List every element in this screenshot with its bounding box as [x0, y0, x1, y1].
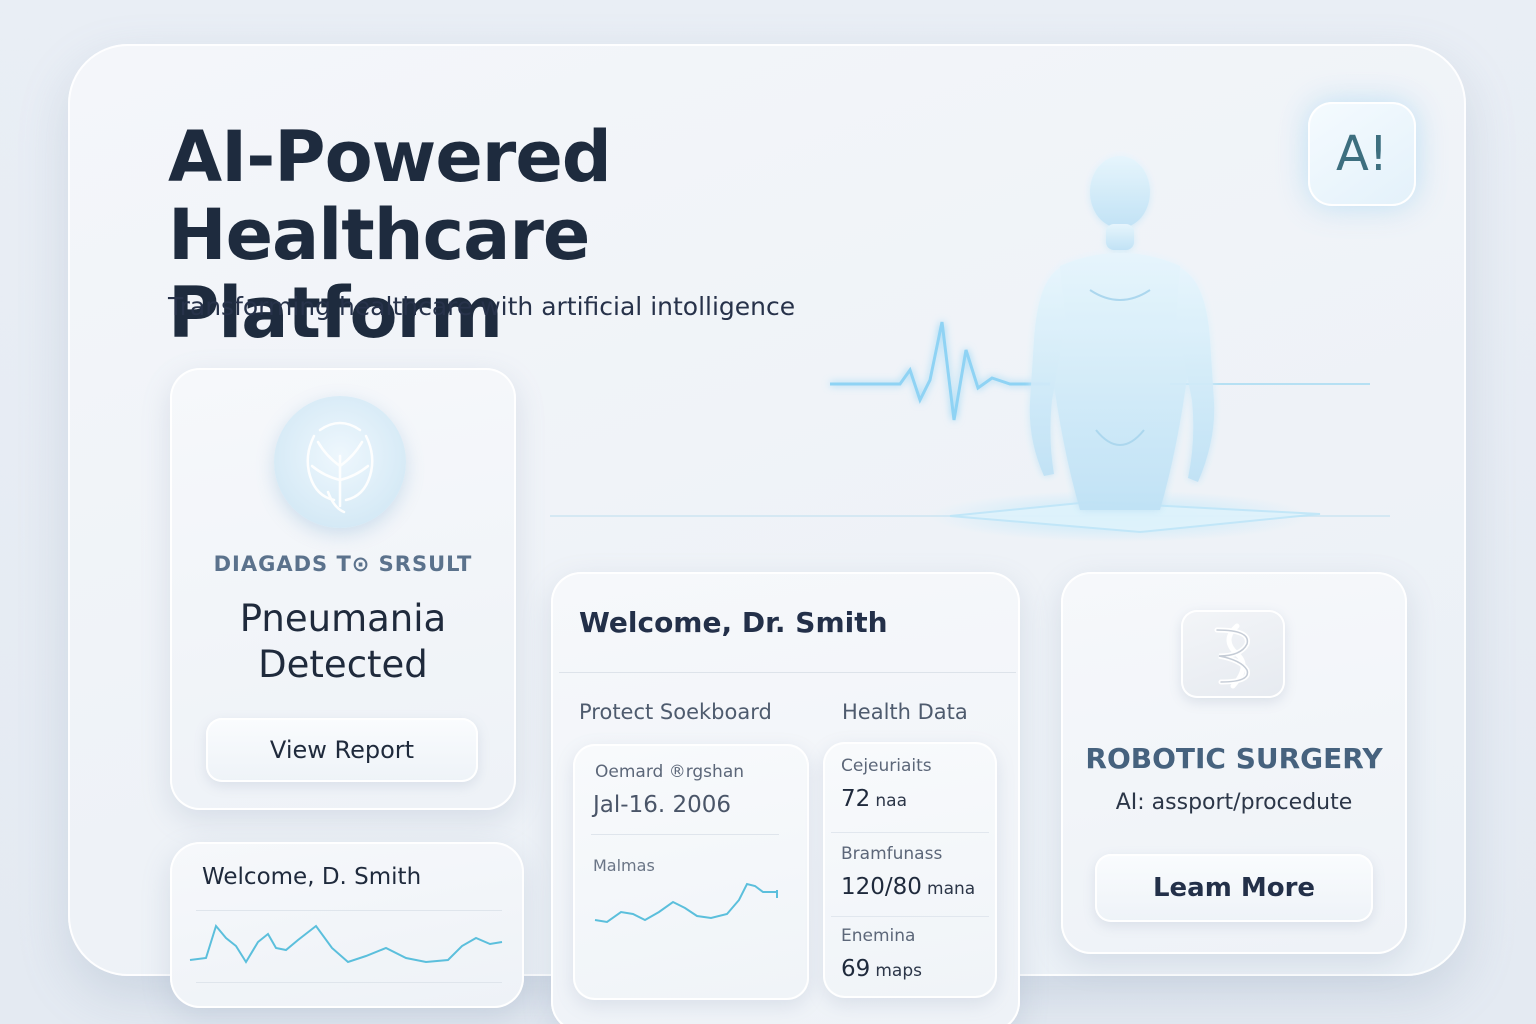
diagnosis-result: Pneumania Detected — [170, 596, 516, 688]
robotic-surgery-title: ROBOTIC SURGERY — [1085, 742, 1383, 775]
metric-label: Malmas — [593, 856, 655, 875]
activity-sparkline — [189, 923, 503, 964]
health-metric-unit: mana — [927, 879, 976, 899]
heartbeat-line — [830, 321, 1050, 421]
welcome-summary-title: Welcome, D. Smith — [202, 864, 422, 890]
divider — [591, 834, 779, 835]
health-data-card[interactable]: Cejeuriaits 72 naa Bramfunass 120/80 man… — [823, 742, 997, 998]
health-metric-label: Cejeuriaits — [841, 756, 932, 776]
metric-sparkline — [594, 882, 778, 924]
robotic-surgery-subtitle: AI: assport/procedute — [1115, 790, 1353, 815]
health-data-label: Health Data — [842, 700, 968, 724]
divider — [559, 672, 1016, 673]
lung-icon — [274, 396, 406, 528]
diagnosis-card: DIAGADS T⊙ SRSULT Pneumania Detected Vie… — [170, 368, 516, 810]
dashboard-title: Welcome, Dr. Smith — [579, 606, 888, 639]
dashboard-card: Welcome, Dr. Smith Protect Soekboard Hea… — [551, 572, 1020, 1024]
robotic-surgery-card: ROBOTIC SURGERY AI: assport/procedute Le… — [1061, 572, 1407, 954]
divider — [196, 982, 502, 983]
health-metric-label: Bramfunass — [841, 844, 943, 864]
health-metric-label: Enemina — [841, 926, 916, 946]
appointment-label: Oemard ®rgshan — [595, 762, 745, 782]
learn-more-button[interactable]: Leam More — [1095, 854, 1373, 922]
health-metric-unit: maps — [875, 961, 923, 981]
diagnosis-label: DIAGADS T⊙ SRSULT — [213, 552, 473, 576]
diagnosis-result-line-1: Pneumania — [239, 597, 447, 640]
dna-icon — [1181, 610, 1285, 698]
divider — [831, 832, 989, 833]
view-report-button[interactable]: View Report — [206, 718, 478, 782]
health-metric-row: Cejeuriaits 72 naa — [841, 756, 991, 812]
health-metric-value: 72 — [841, 786, 871, 812]
health-metric-unit: naa — [875, 791, 907, 811]
health-metric-value: 69 — [841, 956, 871, 982]
health-metric-row: Enemina 69 maps — [841, 926, 991, 982]
health-metric-value: 120/80 — [841, 874, 922, 900]
protect-dashboard-label: Protect Soekboard — [579, 700, 772, 724]
health-metric-row: Bramfunass 120/80 mana — [841, 844, 991, 900]
divider — [831, 916, 989, 917]
appointment-card[interactable]: Oemard ®rgshan Jal-16. 2006 Malmas — [573, 744, 809, 1000]
human-hologram-illustration — [550, 156, 1390, 542]
divider — [196, 910, 502, 911]
diagnosis-result-line-2: Detected — [258, 643, 428, 686]
appointment-date: Jal-16. 2006 — [593, 792, 731, 818]
welcome-summary-card: Welcome, D. Smith — [170, 842, 524, 1008]
